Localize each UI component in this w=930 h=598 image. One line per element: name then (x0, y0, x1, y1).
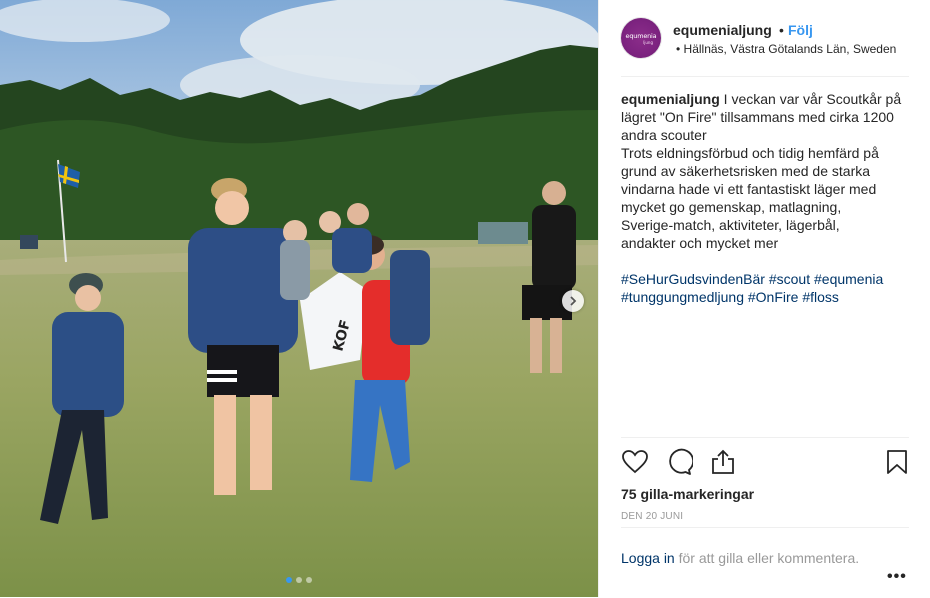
caption-line: lägret "On Fire" tillsammans med cirka 1… (621, 109, 894, 125)
caption-text: I veckan var vår Scoutkår på (719, 91, 902, 107)
avatar[interactable]: equmenia ljung (621, 18, 661, 58)
instagram-post: KOF equmenia ljung equmenialjung • Följ … (0, 0, 930, 597)
share-button[interactable] (709, 448, 737, 476)
scout-photo-illustration: KOF (0, 0, 598, 597)
login-prompt: Logga in för att gilla eller kommentera. (621, 550, 859, 566)
carousel-indicator (0, 577, 598, 583)
post-date[interactable]: DEN 20 JUNI (621, 511, 683, 522)
header-separator: • (779, 22, 784, 38)
caption-line: andra scouter (621, 127, 707, 143)
post-actions: 75 gilla-markeringar DEN 20 JUNI (621, 437, 909, 528)
likes-count[interactable]: 75 gilla-markeringar (621, 486, 754, 502)
avatar-logo-subtext: ljung (643, 39, 653, 45)
bookmark-icon (887, 450, 907, 474)
avatar-logo-text: equmenia (625, 31, 657, 40)
share-icon (712, 449, 734, 474)
heart-icon (622, 450, 648, 474)
hashtags-line[interactable]: #SeHurGudsvindenBär #scout #equmenia (621, 270, 913, 288)
post-details-panel: equmenia ljung equmenialjung • Följ • Hä… (598, 0, 930, 597)
comment-button[interactable] (665, 448, 695, 476)
hashtags-line[interactable]: #tunggungmedljung #OnFire #floss (621, 288, 913, 306)
caption-line: Trots eldningsförbud och tidig hemfärd p… (621, 145, 879, 161)
caption-line: andakter och mycket mer (621, 235, 779, 251)
caption-line: equmenialjung I veckan var vår Scoutkår … (621, 90, 913, 108)
comment-login-bar: Logga in för att gilla eller kommentera.… (621, 527, 909, 598)
carousel-dot (296, 577, 302, 583)
caption-line: vindarna hade vi ett fantastiskt läger m… (621, 181, 877, 197)
comment-icon (669, 448, 695, 475)
follow-button[interactable]: Följ (788, 22, 813, 38)
caption-line: Sverige-match, aktiviteter, lägerbål, (621, 217, 840, 233)
post-header: equmenia ljung equmenialjung • Följ • Hä… (621, 16, 909, 77)
carousel-dot (306, 577, 312, 583)
caption-username[interactable]: equmenialjung (621, 91, 720, 107)
caption-line: grund av säkerhetsrisken med de starka (621, 163, 871, 179)
username-link[interactable]: equmenialjung (673, 22, 772, 38)
post-caption: equmenialjung I veckan var vår Scoutkår … (621, 90, 913, 306)
save-button[interactable] (883, 448, 911, 476)
location-link[interactable]: • Hällnäs, Västra Götalands Län, Sweden (676, 42, 896, 56)
carousel-dot (286, 577, 292, 583)
login-link[interactable]: Logga in (621, 550, 675, 566)
chevron-right-icon (570, 296, 577, 306)
next-photo-button[interactable] (562, 290, 584, 312)
login-prompt-text: för att gilla eller kommentera. (674, 550, 860, 566)
like-button[interactable] (621, 448, 649, 476)
caption-line: mycket go gemenskap, matlagning, (621, 199, 842, 215)
more-options-icon[interactable]: ••• (887, 568, 907, 586)
post-photo[interactable]: KOF (0, 0, 598, 597)
